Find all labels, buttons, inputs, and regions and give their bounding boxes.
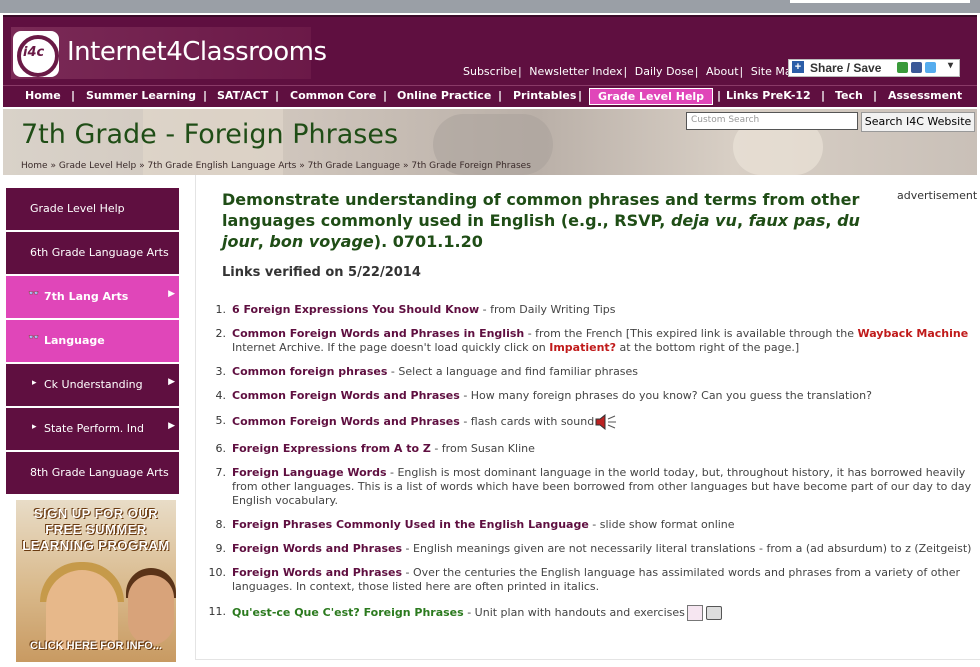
- link-title[interactable]: Foreign Phrases Commonly Used in the Eng…: [232, 518, 589, 531]
- chevron-right-icon: ▶: [168, 377, 175, 387]
- share-label: Share / Save: [810, 61, 882, 75]
- nav-online-practice[interactable]: Online Practice: [397, 89, 491, 102]
- link-title[interactable]: Common Foreign Words and Phrases in Engl…: [232, 327, 524, 340]
- subscribe-link[interactable]: Subscribe: [463, 65, 517, 78]
- search-button[interactable]: Search I4C Website: [861, 112, 975, 132]
- share-save-button[interactable]: + Share / Save ▾: [788, 59, 960, 77]
- twitter-icon[interactable]: [925, 62, 936, 73]
- promo-cta: CLICK HERE FOR INFO...: [30, 640, 162, 652]
- link-title[interactable]: Foreign Language Words: [232, 466, 387, 479]
- top-search-box[interactable]: [790, 0, 970, 3]
- sidebar-item-8th-grade-language-arts[interactable]: 8th Grade Language Arts: [6, 452, 179, 494]
- bullet-icon: ▸: [32, 422, 37, 432]
- breadcrumb-7th-grade-ela[interactable]: 7th Grade English Language Arts: [147, 161, 296, 171]
- nav-assessment[interactable]: Assessment: [888, 89, 962, 102]
- top-links: Subscribe| Newsletter Index| Daily Dose|…: [463, 65, 799, 78]
- sidebar-item-6th-grade-language-arts[interactable]: 6th Grade Language Arts: [6, 232, 179, 274]
- link-title[interactable]: Foreign Expressions from A to Z: [232, 442, 431, 455]
- printer-icon[interactable]: [705, 606, 722, 620]
- site-header: i4c Internet4Classrooms Subscribe| Newsl…: [3, 15, 977, 85]
- nav-grade-level-help[interactable]: Grade Level Help: [589, 88, 714, 105]
- plus-icon: +: [792, 61, 804, 73]
- nav-links-prek-12[interactable]: Links PreK-12: [726, 89, 811, 102]
- nav-tech[interactable]: Tech: [835, 89, 863, 102]
- promo-headline: SIGN UP FOR OUR FREE SUMMER LEARNING PRO…: [22, 506, 170, 553]
- nav-home[interactable]: Home: [25, 89, 61, 102]
- document-icon[interactable]: [686, 605, 703, 621]
- about-link[interactable]: About: [706, 65, 739, 78]
- breadcrumb-grade-level-help[interactable]: Grade Level Help: [59, 161, 136, 171]
- browser-top-strip: [0, 0, 980, 13]
- custom-search-input[interactable]: Custom Search: [686, 112, 858, 130]
- glasses-icon: 👓: [28, 333, 40, 343]
- newsletter-index-link[interactable]: Newsletter Index: [529, 65, 622, 78]
- wayback-machine-link[interactable]: Wayback Machine: [857, 327, 968, 340]
- logo-badge-icon: i4c: [13, 31, 59, 77]
- link-title[interactable]: Foreign Words and Phrases: [232, 566, 402, 579]
- logo-badge-text: i4c: [23, 45, 45, 60]
- nav-printables[interactable]: Printables: [513, 89, 576, 102]
- link-title[interactable]: Qu'est-ce Que C'est? Foreign Phrases: [232, 606, 464, 619]
- glasses-icon: 👓: [28, 289, 40, 299]
- speaker-sound-icon: [594, 413, 618, 431]
- daily-dose-link[interactable]: Daily Dose: [635, 65, 694, 78]
- sidebar-item-grade-level-help[interactable]: Grade Level Help: [6, 188, 179, 230]
- site-logo[interactable]: i4c Internet4Classrooms: [11, 27, 327, 79]
- sidebar-item-7th-lang-arts[interactable]: 👓 7th Lang Arts ▶: [6, 276, 179, 318]
- link-title[interactable]: 6 Foreign Expressions You Should Know: [232, 303, 479, 316]
- dropdown-arrow-icon[interactable]: ▾: [948, 60, 953, 71]
- chevron-right-icon: ▶: [168, 421, 175, 431]
- chevron-right-icon: ▶: [168, 289, 175, 299]
- bullet-icon: ▸: [32, 378, 37, 388]
- email-share-icon[interactable]: [897, 62, 908, 73]
- nav-common-core[interactable]: Common Core: [290, 89, 376, 102]
- page-banner: 7th Grade - Foreign Phrases Home » Grade…: [3, 109, 977, 175]
- nav-sat-act[interactable]: SAT/ACT: [217, 89, 268, 102]
- summer-learning-promo[interactable]: SIGN UP FOR OUR FREE SUMMER LEARNING PRO…: [16, 500, 176, 662]
- link-title[interactable]: Common Foreign Words and Phrases: [232, 415, 460, 428]
- link-title[interactable]: Common Foreign Words and Phrases: [232, 389, 460, 402]
- link-title[interactable]: Foreign Words and Phrases: [232, 542, 402, 555]
- links-verified-date: Links verified on 5/22/2014: [222, 265, 421, 280]
- main-nav: Home | Summer Learning | SAT/ACT | Commo…: [3, 85, 977, 107]
- standard-heading: Demonstrate understanding of common phra…: [222, 190, 860, 251]
- sidebar-item-state-perform-ind[interactable]: ▸ State Perform. Ind ▶: [6, 408, 179, 450]
- breadcrumb-current: 7th Grade Foreign Phrases: [411, 161, 531, 171]
- sidebar-item-language[interactable]: 👓 Language: [6, 320, 179, 362]
- breadcrumb-7th-grade-language[interactable]: 7th Grade Language: [308, 161, 401, 171]
- nav-summer-learning[interactable]: Summer Learning: [86, 89, 196, 102]
- link-title[interactable]: Common foreign phrases: [232, 365, 387, 378]
- advertisement-label: advertisement: [897, 189, 978, 202]
- breadcrumb: Home » Grade Level Help » 7th Grade Engl…: [21, 161, 531, 171]
- sidebar-item-ck-understanding[interactable]: ▸ Ck Understanding ▶: [6, 364, 179, 406]
- facebook-icon[interactable]: [911, 62, 922, 73]
- logo-text: Internet4Classrooms: [67, 37, 327, 67]
- page-title: 7th Grade - Foreign Phrases: [21, 119, 399, 150]
- breadcrumb-home[interactable]: Home: [21, 161, 48, 171]
- sidebar: Grade Level Help 6th Grade Language Arts…: [6, 188, 179, 496]
